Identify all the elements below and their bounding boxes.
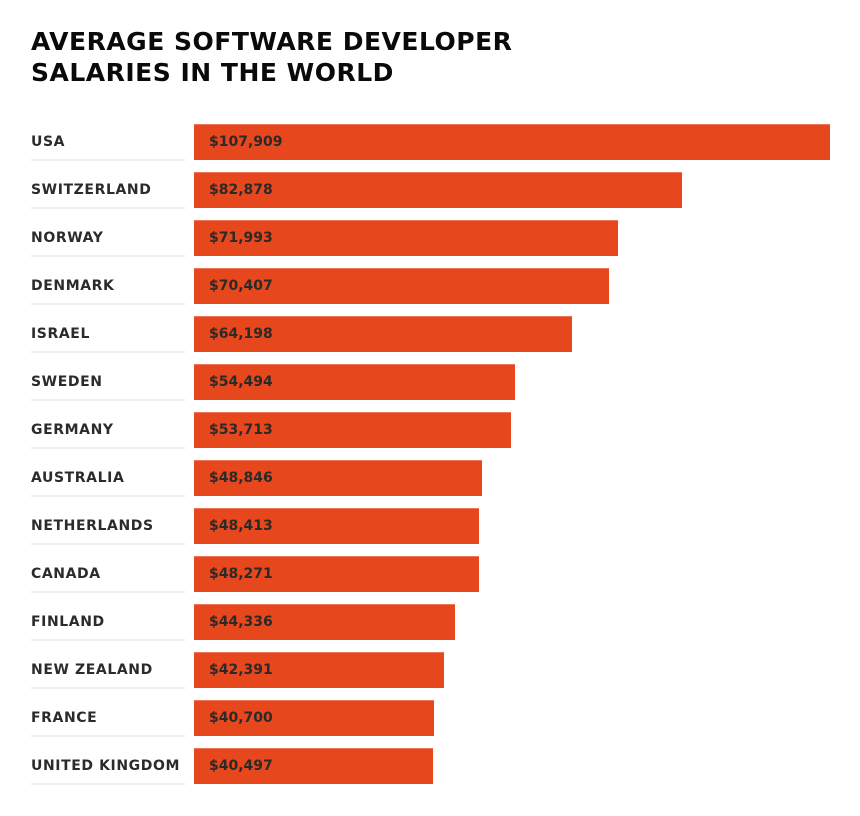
bar-value-label: $107,909 [209,134,283,150]
bar [194,124,830,160]
bar-chart: USA $107,909 SWITZERLAND $82,878 NORWAY $71,9… [0,0,860,816]
category-label: ISRAEL [31,326,90,342]
category-label: FINLAND [31,614,105,630]
bar-value-label: $48,271 [209,566,273,582]
bar-row: USA $107,909 [0,124,860,172]
row-divider [31,399,185,401]
row-divider [31,207,185,209]
category-label: NETHERLANDS [31,518,154,534]
row-divider [31,495,185,497]
category-label: NORWAY [31,230,104,246]
category-label: CANADA [31,566,101,582]
row-divider [31,735,185,737]
bar-row: ISRAEL $64,198 [0,316,860,364]
bar-row: NETHERLANDS $48,413 [0,508,860,556]
bar-row: DENMARK $70,407 [0,268,860,316]
row-divider [31,543,185,545]
bar-value-label: $40,700 [209,710,273,726]
bar-value-label: $44,336 [209,614,273,630]
bar-value-label: $71,993 [209,230,273,246]
row-divider [31,255,185,257]
category-label: UNITED KINGDOM [31,758,181,774]
row-divider [31,687,185,689]
category-label: SWEDEN [31,374,103,390]
row-divider [31,303,185,305]
bar-value-label: $40,497 [209,758,273,774]
category-label: DENMARK [31,278,115,294]
row-divider [31,351,185,353]
category-label: SWITZERLAND [31,182,152,198]
bar-value-label: $48,846 [209,470,273,486]
row-divider [31,447,185,449]
bar-row: UNITED KINGDOM $40,497 [0,748,860,796]
bar-row: NEW ZEALAND $42,391 [0,652,860,700]
category-label: GERMANY [31,422,114,438]
row-divider [31,639,185,641]
category-label: AUSTRALIA [31,470,125,486]
bar-value-label: $53,713 [209,422,273,438]
bar-value-label: $64,198 [209,326,273,342]
bar-row: FINLAND $44,336 [0,604,860,652]
bar-row: SWITZERLAND $82,878 [0,172,860,220]
row-divider [31,783,185,785]
bar-row: FRANCE $40,700 [0,700,860,748]
bar-value-label: $70,407 [209,278,273,294]
bar-row: SWEDEN $54,494 [0,364,860,412]
category-label: FRANCE [31,710,98,726]
bar-value-label: $42,391 [209,662,273,678]
bar-row: CANADA $48,271 [0,556,860,604]
row-divider [31,591,185,593]
bar-value-label: $48,413 [209,518,273,534]
bar-row: NORWAY $71,993 [0,220,860,268]
bar-value-label: $82,878 [209,182,273,198]
row-divider [31,159,185,161]
category-label: NEW ZEALAND [31,662,153,678]
category-label: USA [31,134,66,150]
bar-value-label: $54,494 [209,374,273,390]
bar-row: GERMANY $53,713 [0,412,860,460]
bar-row: AUSTRALIA $48,846 [0,460,860,508]
